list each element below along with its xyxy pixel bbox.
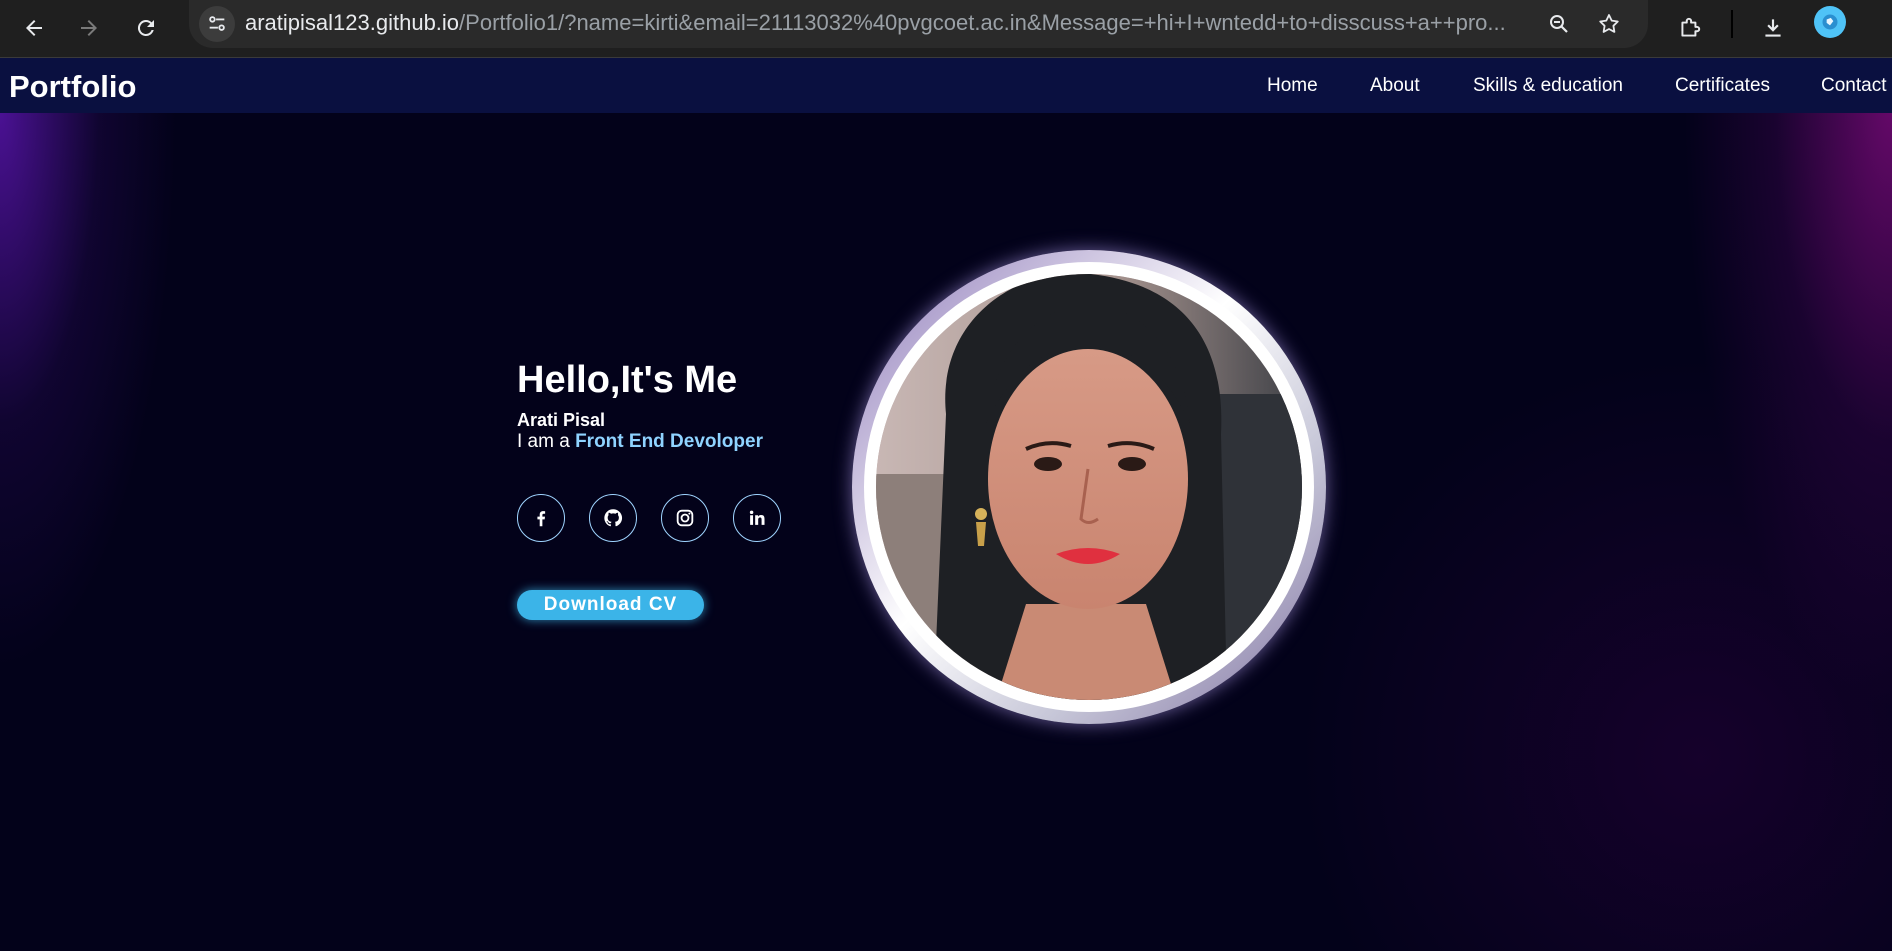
url-host: aratipisal123.github.io xyxy=(245,10,460,35)
linkedin-link[interactable] xyxy=(733,494,781,542)
portrait-image xyxy=(876,274,1302,700)
reload-button[interactable] xyxy=(124,6,168,50)
hero-greeting: Hello,It's Me xyxy=(517,359,738,401)
address-bar[interactable]: aratipisal123.github.io/Portfolio1/?name… xyxy=(189,0,1648,48)
profile-button[interactable] xyxy=(1814,6,1846,38)
site-info-button[interactable] xyxy=(199,6,235,42)
brand-logo[interactable]: Portfolio xyxy=(9,69,136,105)
download-cv-button[interactable]: Download CV xyxy=(517,590,704,620)
facebook-icon xyxy=(537,511,546,527)
zoom-icon xyxy=(1550,15,1568,33)
forward-arrow-icon xyxy=(81,20,97,36)
nav-link-about[interactable]: About xyxy=(1370,75,1420,97)
instagram-link[interactable] xyxy=(661,494,709,542)
nav-link-certificates[interactable]: Certificates xyxy=(1675,75,1770,97)
star-icon xyxy=(1599,14,1619,33)
browser-toolbar: aratipisal123.github.io/Portfolio1/?name… xyxy=(0,0,1892,58)
github-icon xyxy=(604,509,623,527)
reload-icon xyxy=(137,19,154,36)
toolbar-divider xyxy=(1731,10,1733,38)
bookmark-button[interactable] xyxy=(1591,6,1627,42)
profile-photo xyxy=(876,274,1302,700)
nav-link-contact[interactable]: Contact xyxy=(1821,75,1886,97)
profile-photo-frame xyxy=(852,250,1326,724)
forward-button[interactable] xyxy=(67,6,111,50)
site-navbar: Portfolio Home About Skills & education … xyxy=(0,58,1892,113)
zoom-button[interactable] xyxy=(1541,6,1577,42)
nav-link-skills[interactable]: Skills & education xyxy=(1473,75,1623,97)
back-button[interactable] xyxy=(12,6,56,50)
extensions-icon xyxy=(1681,17,1701,37)
hero-role-line: I am a Front End Devoloper xyxy=(517,431,763,453)
linkedin-icon xyxy=(749,510,765,525)
download-icon xyxy=(1765,19,1781,37)
role-prefix: I am a xyxy=(517,431,576,452)
back-arrow-icon xyxy=(26,20,42,36)
site-info-icon xyxy=(209,16,225,31)
role-title: Front End Devoloper xyxy=(575,431,763,452)
facebook-link[interactable] xyxy=(517,494,565,542)
instagram-icon xyxy=(676,509,694,527)
nav-link-home[interactable]: Home xyxy=(1267,75,1318,97)
extensions-button[interactable] xyxy=(1668,6,1712,50)
profile-icon xyxy=(1822,14,1838,30)
github-link[interactable] xyxy=(589,494,637,542)
hero-name: Arati Pisal xyxy=(517,410,606,430)
downloads-button[interactable] xyxy=(1751,6,1795,50)
url-text[interactable]: aratipisal123.github.io/Portfolio1/?name… xyxy=(245,10,1525,36)
url-path: /Portfolio1/?name=kirti&email=21113032%4… xyxy=(459,10,1506,35)
